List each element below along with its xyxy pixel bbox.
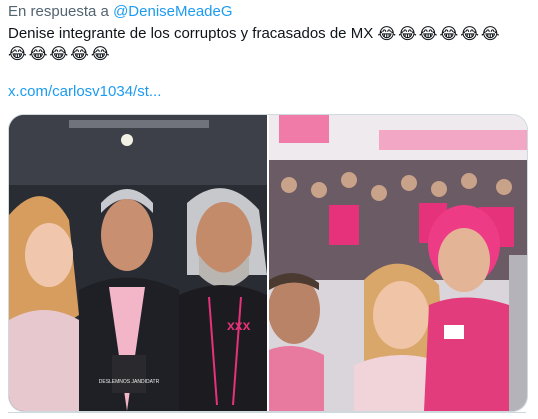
line2-laughing-emoji-icon: 😂: [70, 44, 89, 64]
tweet-link[interactable]: x.com/carlosv1034/st...: [8, 83, 161, 100]
line2-laughing-emoji-icon: 😂: [8, 44, 27, 64]
emoji-row-2: 😂 😂 😂 😂 😂: [8, 45, 110, 63]
line2-laughing-emoji-icon: 😂: [90, 44, 110, 64]
tweet-text: Denise integrante de los corruptos y fra…: [8, 24, 528, 64]
reply-context: En respuesta a @DeniseMeadeG: [8, 3, 233, 20]
badge-text: DESLEMNOS JANDIDATR: [99, 379, 160, 385]
line1-laughing-emoji-icon: 😂: [398, 24, 417, 44]
line1-laughing-emoji-icon: 😂: [480, 24, 500, 44]
tweet-body: Denise integrante de los corruptos y fra…: [8, 25, 374, 42]
line2-laughing-emoji-icon: 😂: [28, 44, 48, 64]
reply-mention-link[interactable]: @DeniseMeadeG: [113, 3, 232, 20]
line2-laughing-emoji-icon: 😂: [49, 44, 69, 64]
media-grid: DESLEMNOS JANDIDATR xxx: [8, 114, 528, 412]
line1-laughing-emoji-icon: 😂: [460, 24, 479, 44]
reply-prefix: En respuesta a: [8, 3, 109, 20]
emoji-row-1: 😂 😂 😂 😂 😂 😂: [377, 25, 499, 43]
line1-laughing-emoji-icon: 😂: [439, 24, 459, 44]
line1-laughing-emoji-icon: 😂: [377, 24, 397, 44]
line1-laughing-emoji-icon: 😂: [418, 24, 438, 44]
photo-right[interactable]: [269, 115, 527, 411]
photo-left[interactable]: DESLEMNOS JANDIDATR xxx: [9, 115, 267, 411]
